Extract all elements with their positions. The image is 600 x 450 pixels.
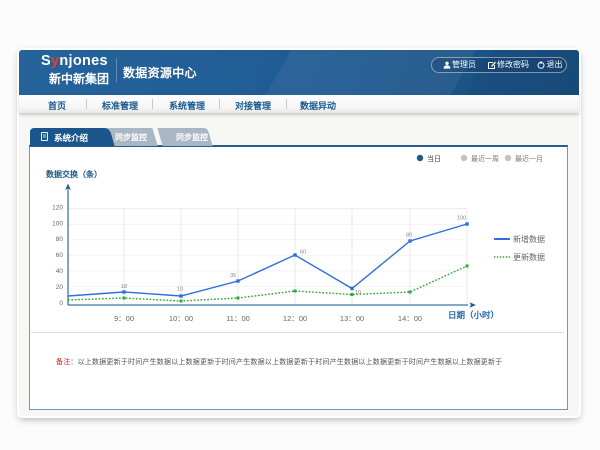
svg-text:10：00: 10：00 bbox=[169, 314, 193, 323]
svg-text:40: 40 bbox=[56, 268, 64, 275]
svg-text:日期（小时）: 日期（小时） bbox=[448, 310, 499, 320]
svg-text:14：00: 14：00 bbox=[398, 314, 422, 323]
svg-text:100: 100 bbox=[52, 220, 63, 227]
svg-text:80: 80 bbox=[406, 233, 412, 239]
svg-text:10: 10 bbox=[355, 290, 361, 296]
svg-text:35: 35 bbox=[230, 273, 236, 279]
svg-text:60: 60 bbox=[56, 252, 64, 259]
svg-text:数据交换（条）: 数据交换（条） bbox=[46, 169, 102, 179]
svg-text:120: 120 bbox=[52, 204, 63, 211]
svg-text:20: 20 bbox=[56, 284, 64, 291]
svg-text:更新数据: 更新数据 bbox=[513, 252, 545, 262]
svg-text:18: 18 bbox=[121, 284, 127, 290]
svg-text:100: 100 bbox=[457, 216, 466, 222]
svg-text:最近一周: 最近一周 bbox=[471, 154, 499, 163]
svg-text:12：00: 12：00 bbox=[283, 314, 307, 323]
svg-text:0: 0 bbox=[59, 300, 63, 307]
svg-text:最近一月: 最近一月 bbox=[515, 154, 543, 163]
svg-text:80: 80 bbox=[56, 236, 64, 243]
svg-text:11：00: 11：00 bbox=[226, 314, 250, 323]
svg-text:9：00: 9：00 bbox=[114, 314, 134, 323]
svg-text:60: 60 bbox=[300, 250, 306, 256]
svg-text:当日: 当日 bbox=[427, 154, 441, 163]
svg-text:新增数据: 新增数据 bbox=[513, 234, 545, 244]
svg-text:10: 10 bbox=[177, 287, 183, 293]
svg-text:13：00: 13：00 bbox=[340, 314, 364, 323]
